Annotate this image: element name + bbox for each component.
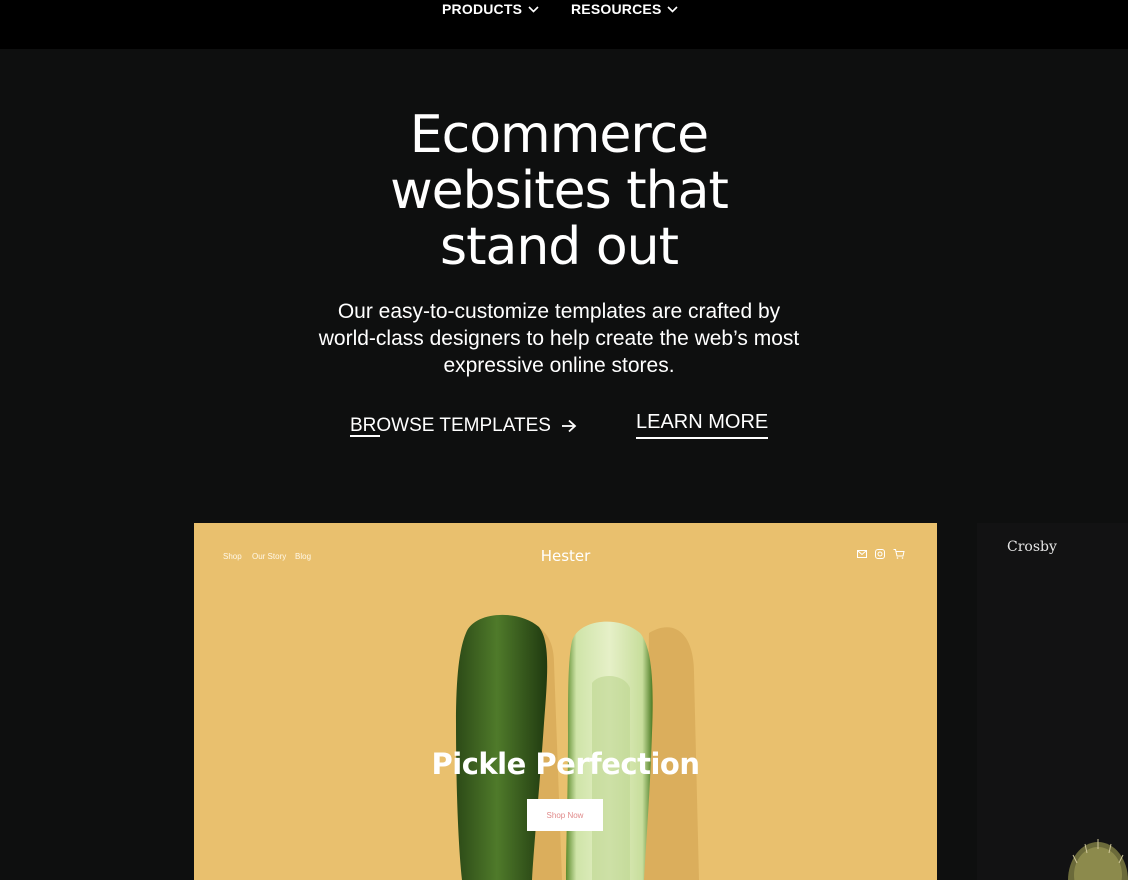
- hero-subtitle: Our easy-to-customize templates are craf…: [0, 298, 1118, 379]
- nav-products-label: PRODUCTS: [442, 1, 523, 17]
- browse-templates-label: BROWSE TEMPLATES: [350, 415, 551, 436]
- nav-resources[interactable]: RESOURCES: [571, 0, 679, 18]
- browse-templates-link[interactable]: BROWSE TEMPLATES: [350, 413, 577, 439]
- nav-products[interactable]: PRODUCTS: [442, 0, 539, 18]
- template-preview-crosby[interactable]: Crosby: [977, 523, 1128, 880]
- instagram-icon: [875, 549, 885, 559]
- hero-subtitle-line: world-class designers to help create the…: [318, 327, 800, 350]
- hero-subtitle-line: expressive online stores.: [443, 354, 675, 377]
- browse-underline: [350, 435, 380, 437]
- hester-logo: Hester: [540, 547, 591, 565]
- shop-now-button[interactable]: Shop Now: [527, 799, 603, 831]
- cactus-image: [1068, 839, 1128, 880]
- hero-title-line: stand out: [440, 217, 679, 277]
- cart-icon: [893, 549, 905, 559]
- mail-icon: [857, 550, 867, 558]
- learn-more-link[interactable]: LEARN MORE: [636, 409, 769, 439]
- hero-title-line: websites that: [390, 161, 729, 221]
- hero-subtitle-line: Our easy-to-customize templates are craf…: [337, 300, 781, 323]
- template-preview-hester[interactable]: Shop Our Story Blog Hester Pickle Perfec…: [194, 523, 937, 880]
- hero-title: Ecommerce websites that stand out: [0, 107, 1118, 275]
- top-navigation: PRODUCTS RESOURCES: [0, 0, 1128, 49]
- chevron-down-icon: [528, 5, 539, 13]
- hero-title-line: Ecommerce: [409, 105, 709, 165]
- chevron-down-icon: [667, 5, 679, 13]
- nav-resources-label: RESOURCES: [571, 1, 662, 17]
- hester-header-icons: [857, 549, 905, 559]
- hester-headline: Pickle Perfection: [431, 747, 700, 781]
- arrow-right-icon: [561, 419, 577, 433]
